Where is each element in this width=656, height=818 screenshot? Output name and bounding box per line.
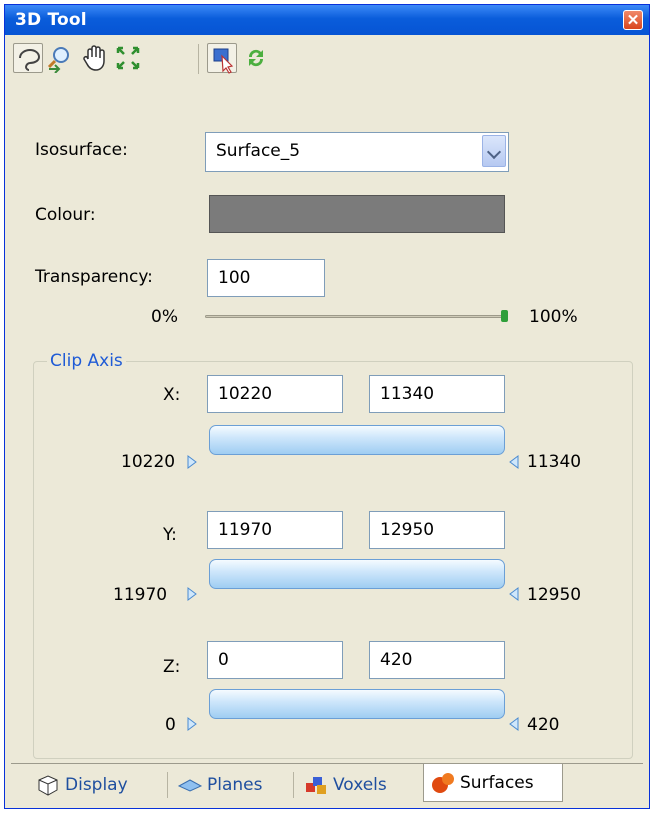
tab-separator <box>293 772 294 798</box>
clip-y-min-handle-icon[interactable] <box>187 587 197 601</box>
title-bar[interactable]: 3D Tool ✕ <box>5 5 649 35</box>
isosurface-value: Surface_5 <box>216 141 301 161</box>
clip-x-max-field[interactable]: 11340 <box>369 375 505 413</box>
clip-x-max-handle-icon[interactable] <box>509 455 519 469</box>
pan-hand-icon[interactable] <box>79 43 109 73</box>
isosurface-dropdown[interactable]: Surface_5 <box>205 132 509 172</box>
toolbar-separator <box>198 44 199 74</box>
fit-extent-icon[interactable] <box>113 43 143 73</box>
chevron-down-icon[interactable] <box>482 135 506 167</box>
tab-voxels[interactable]: Voxels <box>303 766 387 804</box>
surfaces-icon <box>430 771 456 795</box>
clip-z-min-handle-icon[interactable] <box>187 717 197 731</box>
clip-x-label: X: <box>163 385 181 405</box>
transparency-slider-thumb[interactable] <box>501 310 508 322</box>
clip-y-max-field[interactable]: 12950 <box>369 511 505 549</box>
tab-voxels-label: Voxels <box>333 775 387 795</box>
transparency-max-label: 100% <box>529 307 578 327</box>
cube-icon <box>35 773 61 797</box>
toolbar <box>11 41 647 81</box>
clip-y-label: Y: <box>163 525 177 545</box>
tab-bar: Display Planes Voxels Surfaces <box>11 763 643 806</box>
tab-display[interactable]: Display <box>35 766 128 804</box>
clip-x-range-min: 10220 <box>121 452 176 472</box>
clip-x-range-slider[interactable] <box>209 425 505 455</box>
transparency-min-label: 0% <box>151 307 178 327</box>
clip-z-range-slider[interactable] <box>209 689 505 719</box>
clip-z-label: Z: <box>163 657 181 677</box>
transparency-slider-track[interactable] <box>205 315 505 318</box>
colour-swatch[interactable] <box>209 195 505 233</box>
refresh-icon[interactable] <box>241 43 271 73</box>
tab-display-label: Display <box>65 775 128 795</box>
clip-y-range-max: 12950 <box>527 585 582 605</box>
tab-separator <box>167 772 168 798</box>
tab-planes[interactable]: Planes <box>177 766 262 804</box>
plane-icon <box>177 773 203 797</box>
clip-y-range-slider[interactable] <box>209 559 505 589</box>
clip-z-max-field[interactable]: 420 <box>369 641 505 679</box>
pick-icon[interactable] <box>207 43 237 74</box>
close-icon[interactable]: ✕ <box>623 10 643 30</box>
lasso-select-icon[interactable] <box>13 43 43 73</box>
clip-z-max-handle-icon[interactable] <box>509 717 519 731</box>
clip-z-min-field[interactable]: 0 <box>207 641 343 679</box>
clip-x-min-handle-icon[interactable] <box>187 455 197 469</box>
isosurface-label: Isosurface: <box>35 140 128 160</box>
surfaces-panel: Isosurface: Surface_5 Colour: Transparen… <box>11 85 643 759</box>
transparency-field[interactable]: 100 <box>207 259 325 297</box>
tab-planes-label: Planes <box>207 775 263 795</box>
clip-y-max-handle-icon[interactable] <box>509 587 519 601</box>
transparency-label: Transparency: <box>35 267 153 287</box>
window-title: 3D Tool <box>15 10 87 30</box>
clip-z-range-min: 0 <box>165 715 176 735</box>
clip-x-min-field[interactable]: 10220 <box>207 375 343 413</box>
clip-y-min-field[interactable]: 11970 <box>207 511 343 549</box>
zoom-icon[interactable] <box>45 43 75 74</box>
tab-surfaces[interactable]: Surfaces <box>423 764 563 802</box>
clip-axis-legend: Clip Axis <box>47 351 126 371</box>
voxels-icon <box>303 773 329 797</box>
clip-y-range-min: 11970 <box>113 585 168 605</box>
clip-x-range-max: 11340 <box>527 452 582 472</box>
tab-surfaces-label: Surfaces <box>460 773 534 793</box>
tool-window: 3D Tool ✕ Isosurface: Surface_5 Colour: <box>4 4 650 809</box>
clip-z-range-max: 420 <box>527 715 560 735</box>
colour-label: Colour: <box>35 205 96 225</box>
